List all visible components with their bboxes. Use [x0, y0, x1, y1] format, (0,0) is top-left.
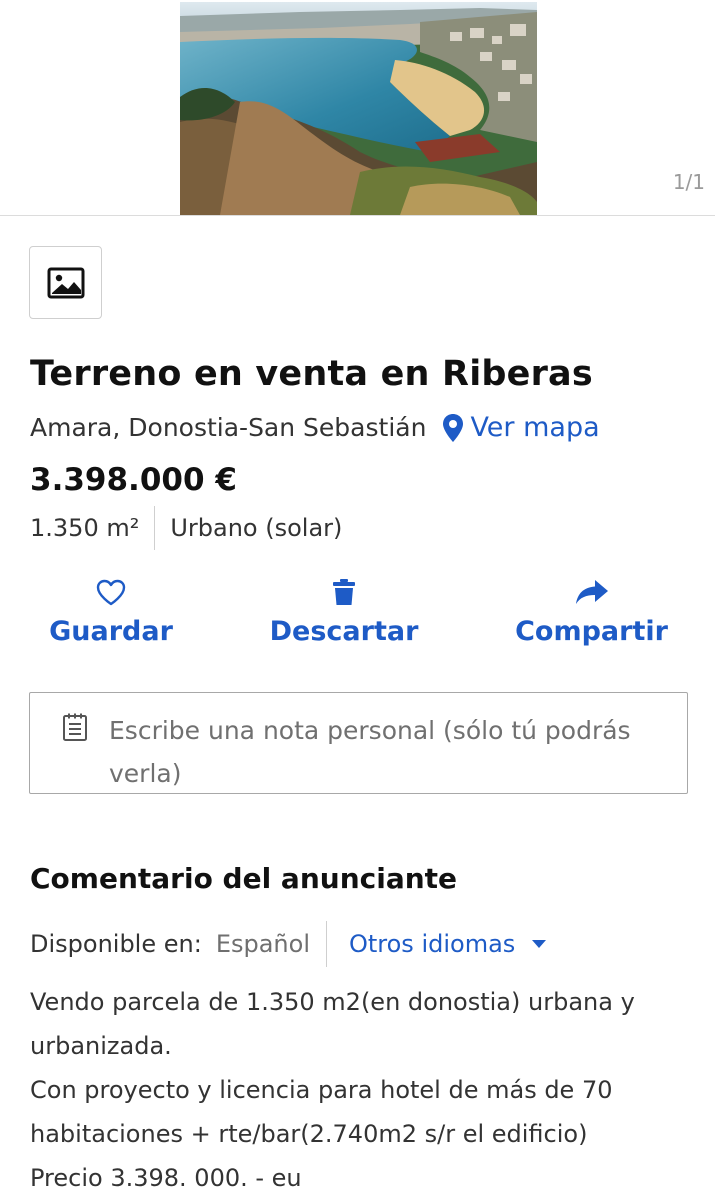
- discard-button[interactable]: Descartar: [270, 578, 418, 647]
- language-selector-row: Disponible en: Español Otros idiomas: [30, 921, 547, 967]
- trash-icon: [333, 579, 355, 605]
- image-icon: [47, 267, 84, 298]
- current-language: Español: [215, 930, 310, 958]
- photo-counter: 1/1: [672, 170, 705, 194]
- advertiser-comment-title: Comentario del anunciante: [30, 862, 458, 895]
- language-divider: [325, 921, 327, 967]
- feature-type: Urbano (solar): [170, 514, 343, 542]
- comment-line: Con proyecto y licencia para hotel de má…: [30, 1076, 613, 1148]
- heart-icon: [96, 579, 126, 606]
- advertiser-comment-text: Vendo parcela de 1.350 m2(en donostia) u…: [30, 980, 690, 1200]
- listing-features: 1.350 m² Urbano (solar): [30, 506, 342, 550]
- save-label: Guardar: [49, 616, 173, 647]
- photo-gallery[interactable]: 1/1: [0, 0, 715, 216]
- view-map-label: Ver mapa: [470, 412, 600, 443]
- listing-title: Terreno en venta en Riberas: [30, 354, 593, 394]
- discard-label: Descartar: [269, 616, 419, 647]
- share-arrow-icon: [575, 580, 608, 604]
- listing-photo[interactable]: [180, 2, 537, 215]
- view-photos-button[interactable]: [29, 246, 102, 319]
- share-label: Compartir: [515, 616, 668, 647]
- caret-down-icon: [532, 940, 547, 948]
- other-languages-label: Otros idiomas: [348, 930, 516, 958]
- map-pin-icon: [443, 413, 464, 442]
- personal-note-placeholder: Escribe una nota personal (sólo tú podrá…: [109, 716, 631, 788]
- listing-location: Amara, Donostia-San Sebastián: [30, 413, 427, 442]
- feature-area: 1.350 m²: [30, 514, 140, 542]
- view-map-link[interactable]: Ver mapa: [442, 412, 600, 443]
- comment-line: Vendo parcela de 1.350 m2(en donostia) u…: [30, 988, 635, 1060]
- notepad-icon: [63, 713, 87, 741]
- other-languages-dropdown[interactable]: Otros idiomas: [349, 930, 547, 958]
- share-button[interactable]: Compartir: [515, 578, 668, 647]
- personal-note-field[interactable]: Escribe una nota personal (sólo tú podrá…: [29, 692, 688, 794]
- bay-landscape-image: [180, 2, 537, 215]
- feature-divider: [154, 506, 156, 550]
- save-button[interactable]: Guardar: [49, 578, 173, 647]
- location-row: Amara, Donostia-San Sebastián Ver mapa: [30, 412, 600, 443]
- comment-line: Precio 3.398. 000. - eu: [30, 1164, 302, 1192]
- available-in-label: Disponible en:: [30, 930, 202, 958]
- listing-price: 3.398.000 €: [30, 462, 237, 498]
